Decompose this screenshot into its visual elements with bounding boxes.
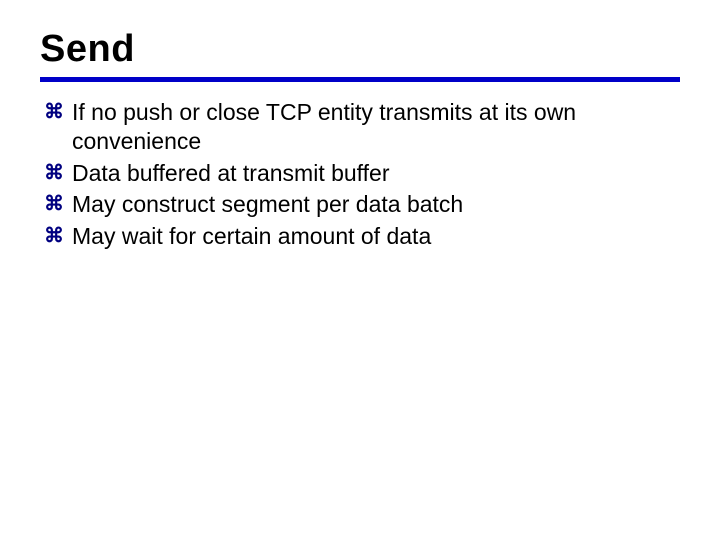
- bullet-text: May wait for certain amount of data: [72, 223, 431, 249]
- title-divider: [40, 77, 680, 82]
- list-item: ⌘ May construct segment per data batch: [44, 190, 680, 219]
- bullet-text: If no push or close TCP entity transmits…: [72, 99, 576, 154]
- list-item: ⌘ May wait for certain amount of data: [44, 222, 680, 251]
- bullet-icon: ⌘: [44, 100, 64, 126]
- bullet-icon: ⌘: [44, 192, 64, 218]
- bullet-icon: ⌘: [44, 224, 64, 250]
- bullet-list: ⌘ If no push or close TCP entity transmi…: [40, 98, 680, 251]
- bullet-text: May construct segment per data batch: [72, 191, 463, 217]
- list-item: ⌘ Data buffered at transmit buffer: [44, 159, 680, 188]
- bullet-text: Data buffered at transmit buffer: [72, 160, 390, 186]
- slide: Send ⌘ If no push or close TCP entity tr…: [0, 0, 720, 540]
- list-item: ⌘ If no push or close TCP entity transmi…: [44, 98, 680, 157]
- bullet-icon: ⌘: [44, 161, 64, 187]
- slide-title: Send: [40, 28, 680, 77]
